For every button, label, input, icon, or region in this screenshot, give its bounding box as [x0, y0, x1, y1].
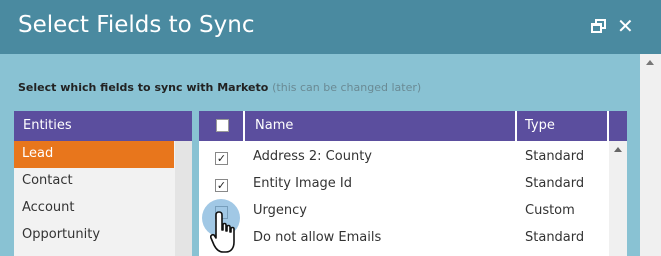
fields-table: Name Type ✓ Address 2: County Standard ✓…	[199, 111, 627, 256]
field-checkbox[interactable]: ✓	[215, 179, 228, 192]
field-type: Standard	[525, 176, 585, 191]
entity-item-contact[interactable]: Contact	[14, 168, 174, 195]
instruction-hint: (this can be changed later)	[272, 81, 422, 94]
entity-item-account[interactable]: Account	[14, 195, 174, 222]
instruction-main: Select which fields to sync with Marketo	[18, 81, 269, 94]
field-type: Standard	[525, 149, 585, 164]
entities-list: Entities Lead Contact Account Opportunit…	[14, 111, 192, 256]
header-divider	[515, 111, 517, 141]
field-name: Address 2: County	[253, 149, 372, 164]
field-checkbox[interactable]: ✓	[215, 152, 228, 165]
dialog-title: Select Fields to Sync	[18, 12, 255, 38]
entity-item-lead[interactable]: Lead	[14, 141, 174, 168]
field-name: Urgency	[253, 203, 307, 218]
table-row[interactable]: Urgency Custom	[199, 198, 627, 225]
entity-item-opportunity[interactable]: Opportunity	[14, 222, 174, 249]
entities-header: Entities	[14, 111, 192, 141]
table-row[interactable]: ✓ Entity Image Id Standard	[199, 171, 627, 198]
select-all-checkbox[interactable]	[216, 119, 229, 132]
restore-icon[interactable]	[590, 16, 610, 36]
table-row[interactable]: ✓ Address 2: County Standard	[199, 144, 627, 171]
dialog-scrollbar[interactable]	[640, 54, 661, 256]
table-row[interactable]: Do not allow Emails Standard	[199, 225, 627, 252]
column-header-name[interactable]: Name	[255, 118, 293, 133]
field-name: Entity Image Id	[253, 176, 353, 191]
fields-table-header: Name Type	[199, 111, 627, 141]
scroll-up-arrow-icon[interactable]	[614, 147, 622, 152]
entities-header-spacer	[175, 111, 192, 141]
instruction-text: Select which fields to sync with Marketo…	[18, 81, 421, 94]
field-type: Standard	[525, 230, 585, 245]
dialog-titlebar: Select Fields to Sync ✕	[0, 0, 661, 54]
header-divider	[243, 111, 245, 141]
scroll-up-arrow-icon[interactable]	[646, 60, 654, 65]
column-header-type[interactable]: Type	[525, 118, 555, 133]
field-type: Custom	[525, 203, 575, 218]
hand-cursor-icon	[210, 211, 235, 253]
fields-scrollbar[interactable]	[609, 141, 627, 256]
header-divider	[607, 111, 609, 141]
close-icon[interactable]: ✕	[617, 16, 637, 36]
entities-scroll-column	[175, 141, 192, 256]
field-name: Do not allow Emails	[253, 230, 382, 245]
